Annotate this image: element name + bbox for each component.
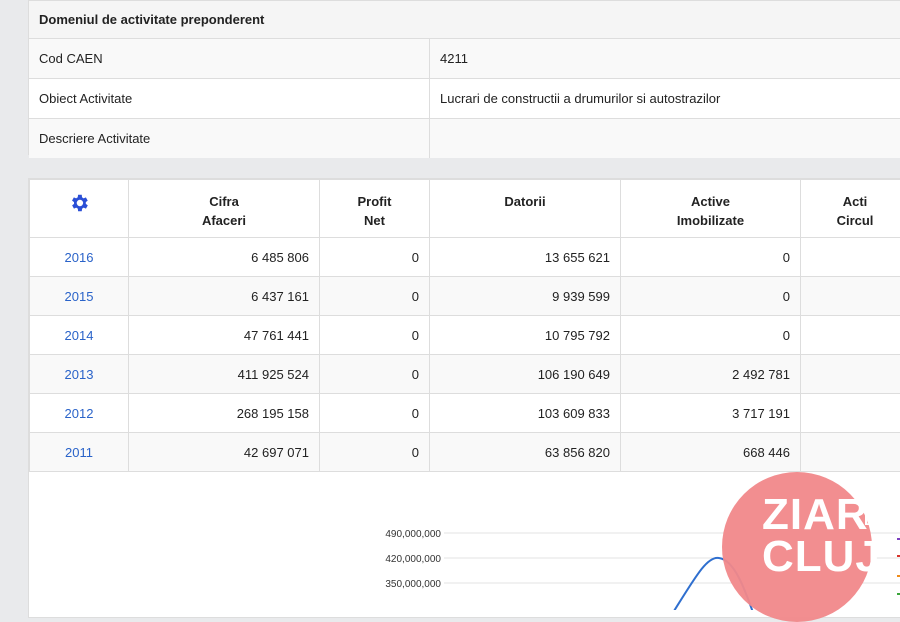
- year-link[interactable]: 2016: [30, 238, 129, 277]
- y-tick-label: 350,000,000: [385, 579, 441, 590]
- col-active-imobilizate: Active Imobilizate: [621, 180, 801, 238]
- year-link[interactable]: 2015: [30, 277, 129, 316]
- info-value: 4211: [430, 39, 468, 78]
- cell-circ: [801, 433, 900, 472]
- cell-datorii: 9 939 599: [430, 277, 621, 316]
- table-row: 2011 42 697 071 0 63 856 820 668 446: [30, 433, 900, 472]
- info-value: [430, 119, 440, 158]
- cell-circ: [801, 394, 900, 433]
- info-row-cod-caen: Cod CAEN 4211: [29, 39, 900, 79]
- y-tick-label: 490,000,000: [385, 529, 441, 540]
- table-row: 2013 411 925 524 0 106 190 649 2 492 781: [30, 355, 900, 394]
- cell-datorii: 13 655 621: [430, 238, 621, 277]
- financials-table: Cifra Afaceri Profit Net Datorii Active …: [29, 179, 900, 472]
- logo-text-cluj: CLUJ: [762, 532, 881, 582]
- cell-circ: [801, 238, 900, 277]
- cell-datorii: 103 609 833: [430, 394, 621, 433]
- y-tick-label: 420,000,000: [385, 554, 441, 565]
- cell-cifra: 268 195 158: [129, 394, 320, 433]
- year-link[interactable]: 2011: [30, 433, 129, 472]
- cell-imob: 2 492 781: [621, 355, 801, 394]
- gear-icon[interactable]: [68, 192, 90, 217]
- year-link[interactable]: 2012: [30, 394, 129, 433]
- col-profit-net: Profit Net: [320, 180, 430, 238]
- cell-cifra: 47 761 441: [129, 316, 320, 355]
- info-value: Lucrari de constructii a drumurilor si a…: [430, 79, 720, 118]
- cell-datorii: 106 190 649: [430, 355, 621, 394]
- cell-circ: [801, 316, 900, 355]
- cell-profit: 0: [320, 355, 430, 394]
- cell-cifra: 6 437 161: [129, 277, 320, 316]
- year-link[interactable]: 2014: [30, 316, 129, 355]
- cell-imob: 668 446: [621, 433, 801, 472]
- info-label: Cod CAEN: [29, 39, 430, 78]
- info-label: Obiect Activitate: [29, 79, 430, 118]
- cell-cifra: 42 697 071: [129, 433, 320, 472]
- cell-datorii: 63 856 820: [430, 433, 621, 472]
- info-row-descriere: Descriere Activitate: [29, 119, 900, 158]
- table-row: 2016 6 485 806 0 13 655 621 0: [30, 238, 900, 277]
- cell-cifra: 411 925 524: [129, 355, 320, 394]
- table-header-row: Cifra Afaceri Profit Net Datorii Active …: [30, 180, 900, 238]
- activity-header: Domeniul de activitate preponderent: [29, 1, 900, 39]
- activity-panel: Domeniul de activitate preponderent Cod …: [28, 0, 900, 155]
- col-cifra-afaceri: Cifra Afaceri: [129, 180, 320, 238]
- cell-circ: [801, 277, 900, 316]
- cell-datorii: 10 795 792: [430, 316, 621, 355]
- cell-cifra: 6 485 806: [129, 238, 320, 277]
- table-row: 2012 268 195 158 0 103 609 833 3 717 191: [30, 394, 900, 433]
- cell-profit: 0: [320, 238, 430, 277]
- cell-profit: 0: [320, 433, 430, 472]
- col-datorii: Datorii: [430, 180, 621, 238]
- year-link[interactable]: 2013: [30, 355, 129, 394]
- cell-circ: [801, 355, 900, 394]
- cell-imob: 0: [621, 238, 801, 277]
- info-label: Descriere Activitate: [29, 119, 430, 158]
- table-row: 2015 6 437 161 0 9 939 599 0: [30, 277, 900, 316]
- col-active-circulante: Acti Circul: [801, 180, 900, 238]
- cell-profit: 0: [320, 394, 430, 433]
- cell-profit: 0: [320, 316, 430, 355]
- settings-header[interactable]: [30, 180, 129, 238]
- cell-profit: 0: [320, 277, 430, 316]
- cell-imob: 0: [621, 316, 801, 355]
- cell-imob: 3 717 191: [621, 394, 801, 433]
- info-row-obiect: Obiect Activitate Lucrari de constructii…: [29, 79, 900, 119]
- cell-imob: 0: [621, 277, 801, 316]
- table-row: 2014 47 761 441 0 10 795 792 0: [30, 316, 900, 355]
- logo-text-de: DE: [864, 512, 885, 529]
